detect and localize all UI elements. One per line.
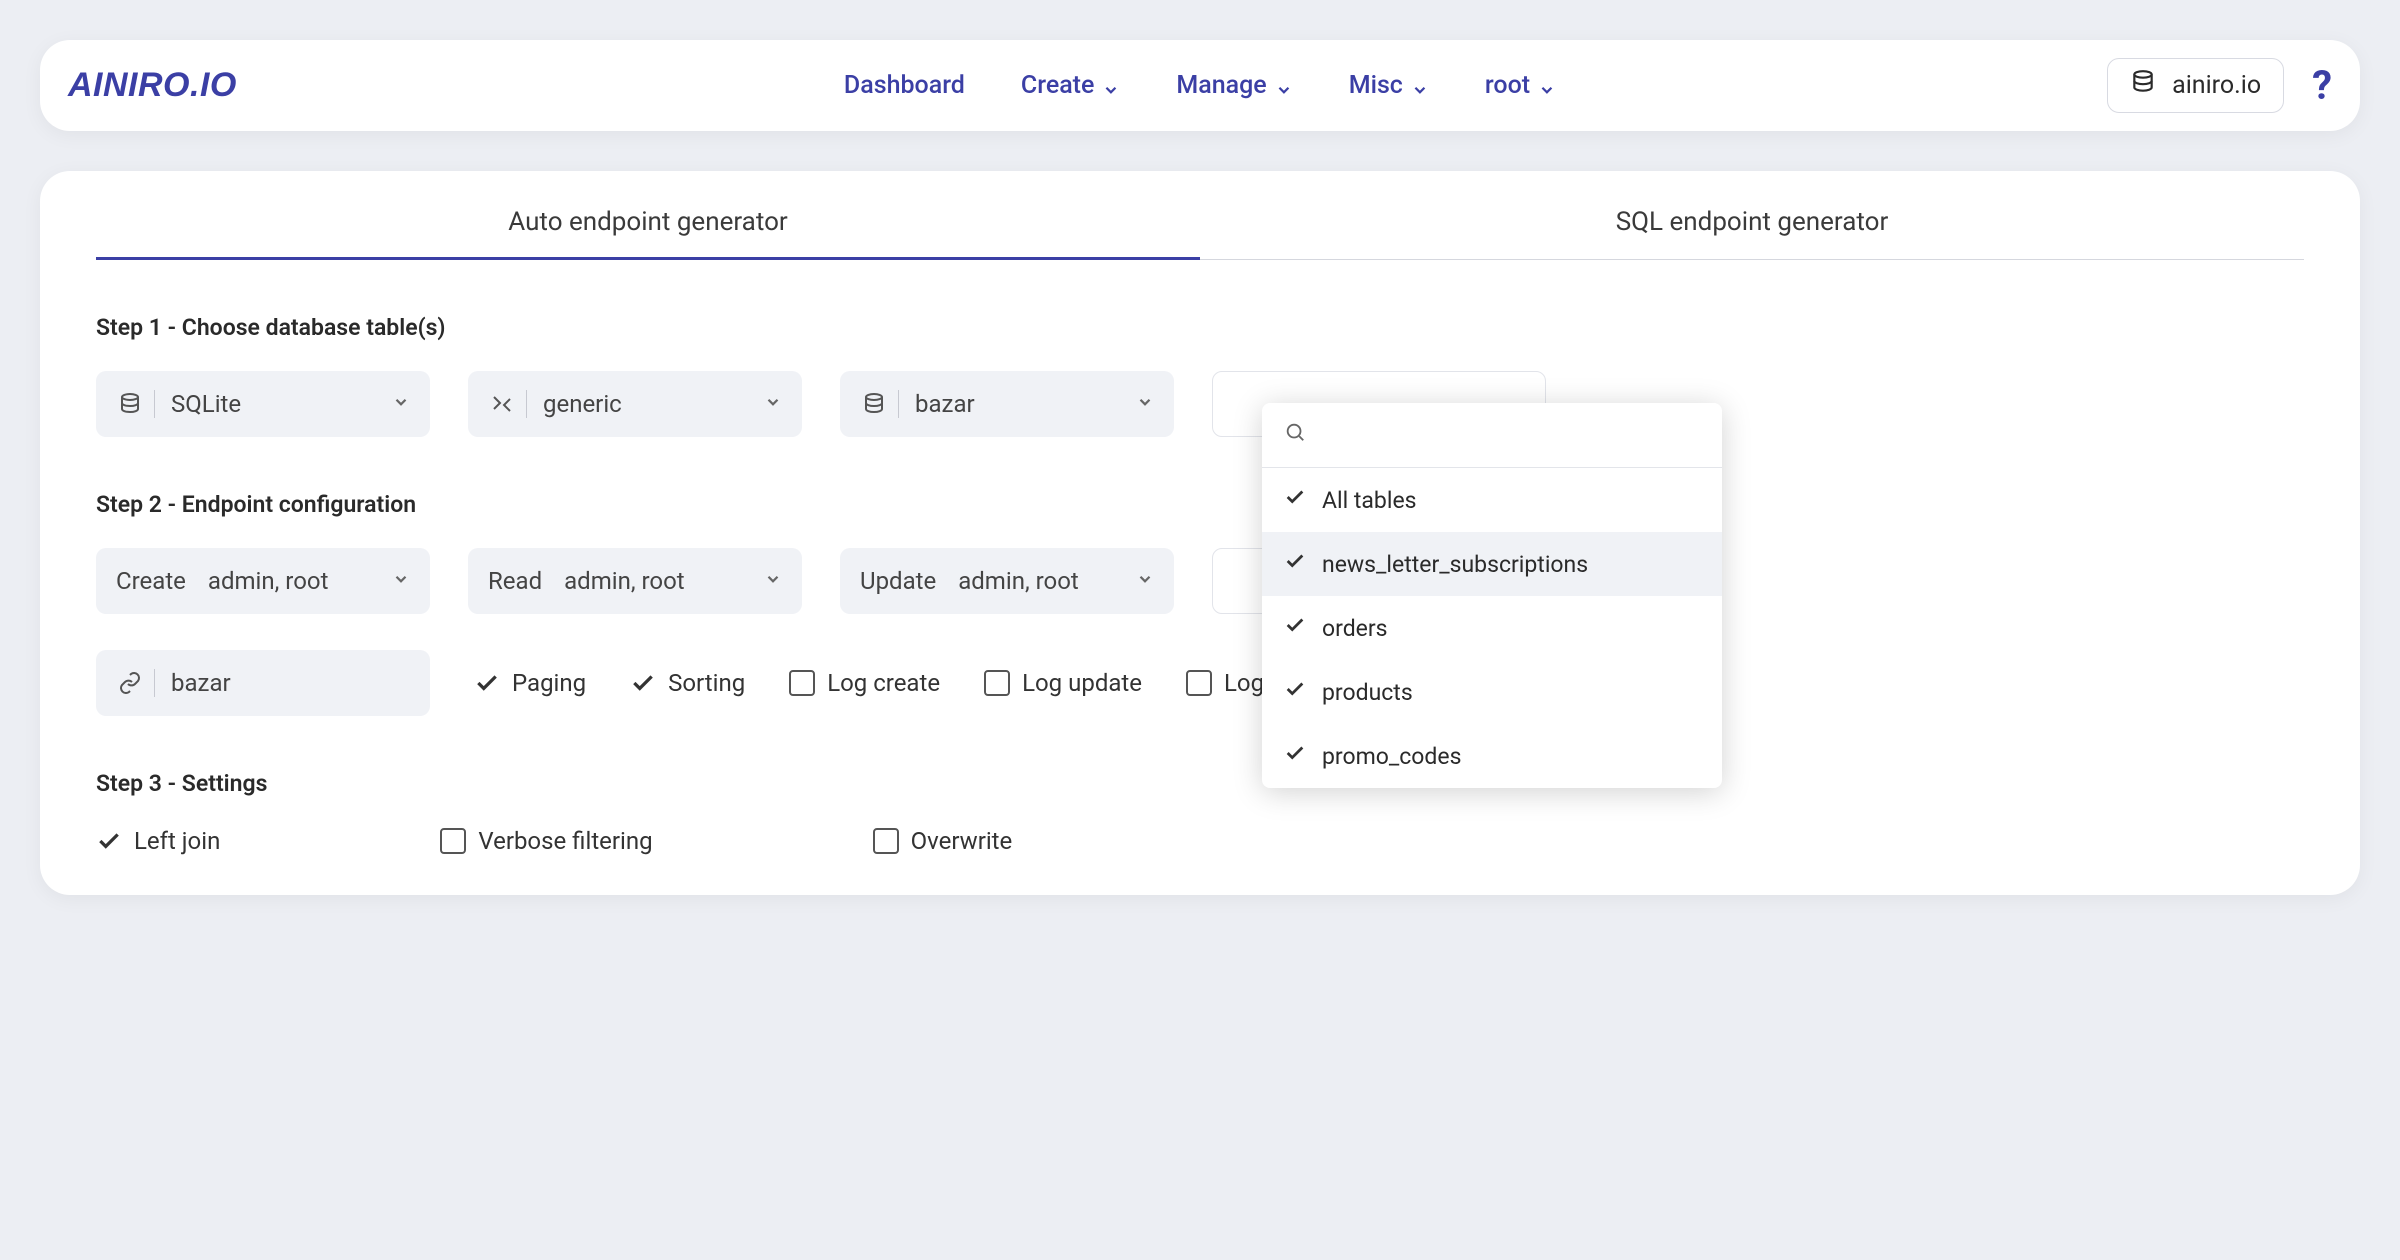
nav-root[interactable]: root <box>1485 71 1556 100</box>
paging-label: Paging <box>512 669 586 697</box>
top-nav: Dashboard Create Manage Misc <box>844 71 1556 100</box>
dropdown-search-input[interactable] <box>1320 422 1700 448</box>
check-icon <box>1284 550 1306 578</box>
sorting-label: Sorting <box>668 669 745 697</box>
check-icon <box>96 828 122 854</box>
update-roles-value: admin, root <box>958 567 1079 595</box>
sorting-checkbox[interactable]: Sorting <box>630 669 745 697</box>
nav-create[interactable]: Create <box>1021 71 1121 100</box>
dropdown-item-products[interactable]: products <box>1262 660 1722 724</box>
search-icon <box>1284 421 1306 449</box>
database-icon <box>860 392 888 416</box>
nav-misc[interactable]: Misc <box>1349 71 1429 100</box>
verbose-checkbox[interactable]: Verbose filtering <box>440 827 652 855</box>
left-join-checkbox[interactable]: Left join <box>96 827 220 855</box>
log-create-checkbox[interactable]: Log create <box>789 669 940 697</box>
db-engine-select[interactable]: SQLite <box>96 371 430 437</box>
dropdown-item-label: All tables <box>1322 487 1417 514</box>
chevron-down-icon <box>1538 77 1556 95</box>
chevron-down-icon <box>392 569 410 594</box>
url-prefix-input[interactable]: bazar <box>96 650 430 716</box>
link-icon <box>116 671 144 695</box>
create-roles-value: admin, root <box>208 567 329 595</box>
nav-misc-label: Misc <box>1349 71 1403 100</box>
database-icon <box>116 392 144 416</box>
dropdown-item-news-letter-subscriptions[interactable]: news_letter_subscriptions <box>1262 532 1722 596</box>
chevron-down-icon <box>1102 77 1120 95</box>
tenant-label: ainiro.io <box>2172 71 2261 100</box>
tabs: Auto endpoint generator SQL endpoint gen… <box>96 171 2304 260</box>
checkbox-icon <box>789 670 815 696</box>
dropdown-item-label: news_letter_subscriptions <box>1322 551 1588 578</box>
paging-checkbox[interactable]: Paging <box>474 669 586 697</box>
chevron-down-icon <box>1411 77 1429 95</box>
url-prefix-value: bazar <box>171 669 231 697</box>
db-engine-value: SQLite <box>171 390 241 418</box>
dropdown-item-label: products <box>1322 679 1413 706</box>
checkbox-icon <box>984 670 1010 696</box>
checkbox-icon <box>873 828 899 854</box>
dropdown-item-label: orders <box>1322 615 1388 642</box>
nav-create-label: Create <box>1021 71 1095 100</box>
help-button[interactable]: ? <box>2312 62 2332 109</box>
dropdown-item-promo-codes[interactable]: promo_codes <box>1262 724 1722 788</box>
create-roles-select[interactable]: Create admin, root <box>96 548 430 614</box>
chevron-down-icon <box>1136 569 1154 594</box>
chevron-down-icon <box>764 392 782 417</box>
update-roles-select[interactable]: Update admin, root <box>840 548 1174 614</box>
chevron-down-icon <box>1275 77 1293 95</box>
overwrite-label: Overwrite <box>911 827 1013 855</box>
dropdown-item-label: promo_codes <box>1322 743 1461 770</box>
dropdown-item-all-tables[interactable]: All tables <box>1262 468 1722 532</box>
check-icon <box>1284 742 1306 770</box>
database-icon <box>2130 69 2156 102</box>
logo: AINIRO.IO <box>68 66 237 105</box>
read-roles-value: admin, root <box>564 567 685 595</box>
connection-value: generic <box>543 390 622 418</box>
read-label: Read <box>488 567 542 595</box>
database-select[interactable]: bazar <box>840 371 1174 437</box>
step-1-title: Step 1 - Choose database table(s) <box>96 314 2304 341</box>
checkbox-icon <box>440 828 466 854</box>
connection-icon <box>488 392 516 416</box>
tab-auto-endpoint[interactable]: Auto endpoint generator <box>96 171 1200 260</box>
dropdown-search <box>1262 403 1722 468</box>
step-3-title: Step 3 - Settings <box>96 770 2304 797</box>
nav-manage-label: Manage <box>1176 71 1266 100</box>
chevron-down-icon <box>764 569 782 594</box>
log-update-checkbox[interactable]: Log update <box>984 669 1142 697</box>
checkbox-icon <box>1186 670 1212 696</box>
verbose-label: Verbose filtering <box>478 827 652 855</box>
step-2-title: Step 2 - Endpoint configuration <box>96 491 2304 518</box>
nav-manage[interactable]: Manage <box>1176 71 1292 100</box>
check-icon <box>1284 614 1306 642</box>
tab-sql-endpoint[interactable]: SQL endpoint generator <box>1200 171 2304 260</box>
overwrite-checkbox[interactable]: Overwrite <box>873 827 1013 855</box>
left-join-label: Left join <box>134 827 220 855</box>
nav-dashboard[interactable]: Dashboard <box>844 71 965 100</box>
check-icon <box>630 670 656 696</box>
chevron-down-icon <box>1136 392 1154 417</box>
log-create-label: Log create <box>827 669 940 697</box>
chevron-down-icon <box>392 392 410 417</box>
database-value: bazar <box>915 390 975 418</box>
create-label: Create <box>116 567 186 595</box>
check-icon <box>1284 486 1306 514</box>
tenant-chip[interactable]: ainiro.io <box>2107 58 2284 113</box>
read-roles-select[interactable]: Read admin, root <box>468 548 802 614</box>
nav-root-label: root <box>1485 71 1530 100</box>
check-icon <box>474 670 500 696</box>
dropdown-item-orders[interactable]: orders <box>1262 596 1722 660</box>
log-update-label: Log update <box>1022 669 1142 697</box>
update-label: Update <box>860 567 936 595</box>
tables-dropdown: All tables news_letter_subscriptions ord… <box>1262 403 1722 788</box>
connection-select[interactable]: generic <box>468 371 802 437</box>
nav-dashboard-label: Dashboard <box>844 71 965 100</box>
check-icon <box>1284 678 1306 706</box>
